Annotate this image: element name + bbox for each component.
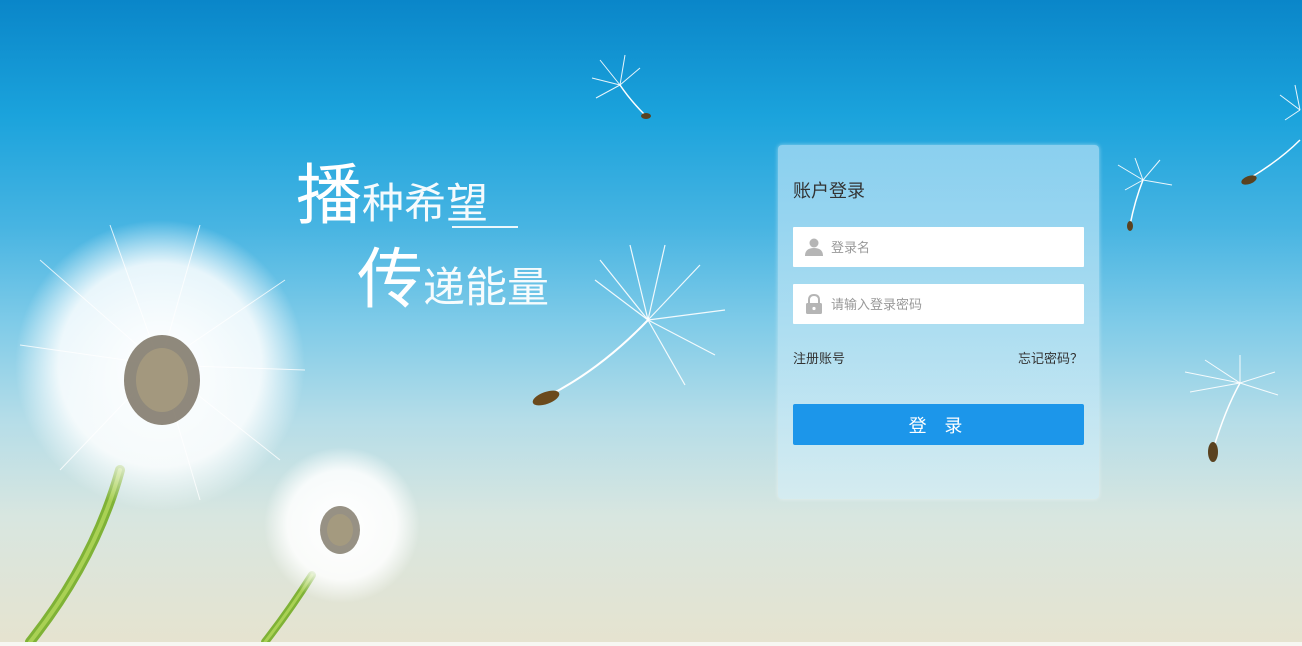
flying-seed-right-1 [1117, 157, 1173, 231]
slogan-underline [452, 226, 518, 228]
login-page: 播种希望 传递能量 账户登录 注册账号 忘记密码？ 登 录 [0, 0, 1302, 646]
flying-seed-right-2 [1241, 84, 1301, 185]
slogan-line-1-rest: 种希望 [362, 179, 489, 228]
register-link[interactable]: 注册账号 [793, 348, 845, 367]
large-dandelion [15, 220, 306, 646]
forgot-password-link[interactable]: 忘记密码？ [1018, 348, 1083, 367]
slogan-line-2-big: 传 [357, 241, 423, 318]
password-input[interactable] [829, 284, 1083, 326]
flying-seed-top [591, 54, 651, 119]
slogan-line-2: 传递能量 [357, 247, 549, 313]
username-field[interactable] [793, 227, 1084, 269]
bottom-strip [0, 642, 1302, 646]
small-dandelion [261, 447, 420, 646]
slogan-line-1: 播种希望 [296, 163, 488, 229]
login-title: 账户登录 [793, 181, 865, 202]
user-icon [805, 238, 823, 256]
login-button[interactable]: 登 录 [793, 404, 1084, 445]
background-dandelion-scene [15, 54, 1301, 646]
password-field[interactable] [793, 284, 1084, 326]
slogan-line-2-rest: 递能量 [423, 263, 550, 312]
flying-seed-right-3 [1184, 355, 1279, 462]
slogan-line-1-big: 播 [296, 157, 362, 234]
login-panel: 账户登录 注册账号 忘记密码？ 登 录 [778, 145, 1099, 499]
username-input[interactable] [829, 227, 1083, 269]
lock-icon [806, 293, 822, 314]
flying-seed-large [532, 244, 726, 406]
